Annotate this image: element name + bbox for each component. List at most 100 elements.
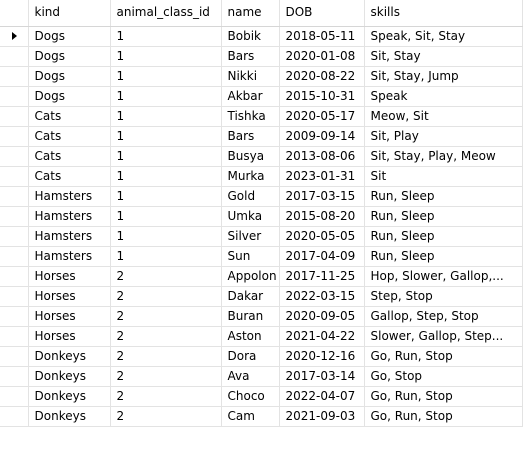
cell-name[interactable]: Choco [221, 386, 280, 407]
cell-name[interactable]: Akbar [221, 86, 280, 107]
table-row[interactable]: Horses 2 Buran 2020-09-05 Gallop, Step, Stop [0, 306, 523, 327]
cell-name[interactable]: Bars [221, 126, 280, 147]
cell-animal-class-id[interactable]: 1 [110, 86, 222, 107]
cell-skills[interactable]: Sit, Stay [364, 46, 523, 67]
table-row[interactable]: Cats 1 Murka 2023-01-31 Sit [0, 166, 523, 187]
cell-skills[interactable]: Sit, Play [364, 126, 523, 147]
cell-kind[interactable]: Donkeys [28, 406, 111, 427]
cell-skills[interactable]: Sit, Stay, Jump [364, 66, 523, 87]
cell-kind[interactable]: Horses [28, 326, 111, 347]
cell-skills[interactable]: Go, Stop [364, 366, 523, 387]
table-row[interactable]: Donkeys 2 Ava 2017-03-14 Go, Stop [0, 366, 523, 387]
cell-animal-class-id[interactable]: 2 [110, 386, 222, 407]
table-row[interactable]: Dogs 1 Akbar 2015-10-31 Speak [0, 86, 523, 107]
row-selector[interactable] [0, 186, 29, 207]
row-selector[interactable] [0, 286, 29, 307]
row-selector[interactable] [0, 386, 29, 407]
row-selector[interactable] [0, 26, 29, 47]
cell-kind[interactable]: Dogs [28, 66, 111, 87]
row-selector[interactable] [0, 146, 29, 167]
table-row[interactable]: Cats 1 Busya 2013-08-06 Sit, Stay, Play, Meo… [0, 146, 523, 167]
table-row[interactable]: Dogs 1 Nikki 2020-08-22 Sit, Stay, Jump [0, 66, 523, 87]
cell-animal-class-id[interactable]: 2 [110, 286, 222, 307]
cell-name[interactable]: Buran [221, 306, 280, 327]
column-header-name[interactable]: name [221, 0, 280, 27]
cell-name[interactable]: Cam [221, 406, 280, 427]
cell-skills[interactable]: Slower, Gallop, Step... [364, 326, 523, 347]
cell-animal-class-id[interactable]: 1 [110, 126, 222, 147]
cell-name[interactable]: Umka [221, 206, 280, 227]
row-selector[interactable] [0, 406, 29, 427]
cell-kind[interactable]: Horses [28, 266, 111, 287]
table-row[interactable]: Hamsters 1 Silver 2020-05-05 Run, Sleep [0, 226, 523, 247]
cell-dob[interactable]: 2022-03-15 [279, 286, 365, 307]
cell-animal-class-id[interactable]: 2 [110, 266, 222, 287]
cell-kind[interactable]: Donkeys [28, 366, 111, 387]
column-header-skills[interactable]: skills [364, 0, 523, 27]
table-row[interactable]: Horses 2 Aston 2021-04-22 Slower, Gallop, St… [0, 326, 523, 347]
cell-dob[interactable]: 2017-03-14 [279, 366, 365, 387]
cell-animal-class-id[interactable]: 1 [110, 186, 222, 207]
cell-kind[interactable]: Hamsters [28, 206, 111, 227]
cell-animal-class-id[interactable]: 1 [110, 26, 222, 47]
cell-animal-class-id[interactable]: 1 [110, 246, 222, 267]
cell-dob[interactable]: 2017-11-25 [279, 266, 365, 287]
cell-dob[interactable]: 2020-05-05 [279, 226, 365, 247]
cell-kind[interactable]: Horses [28, 286, 111, 307]
cell-kind[interactable]: Donkeys [28, 346, 111, 367]
table-row[interactable]: Donkeys 2 Dora 2020-12-16 Go, Run, Stop [0, 346, 523, 367]
cell-kind[interactable]: Donkeys [28, 386, 111, 407]
cell-name[interactable]: Bobik [221, 26, 280, 47]
cell-name[interactable]: Sun [221, 246, 280, 267]
cell-dob[interactable]: 2021-09-03 [279, 406, 365, 427]
cell-skills[interactable]: Meow, Sit [364, 106, 523, 127]
cell-skills[interactable]: Run, Sleep [364, 206, 523, 227]
cell-skills[interactable]: Hop, Slower, Gallop,... [364, 266, 523, 287]
cell-animal-class-id[interactable]: 1 [110, 106, 222, 127]
cell-animal-class-id[interactable]: 1 [110, 66, 222, 87]
cell-animal-class-id[interactable]: 2 [110, 326, 222, 347]
row-selector[interactable] [0, 346, 29, 367]
cell-name[interactable]: Gold [221, 186, 280, 207]
cell-animal-class-id[interactable]: 2 [110, 406, 222, 427]
cell-kind[interactable]: Cats [28, 126, 111, 147]
cell-skills[interactable]: Speak [364, 86, 523, 107]
cell-skills[interactable]: Step, Stop [364, 286, 523, 307]
row-selector[interactable] [0, 66, 29, 87]
row-selector[interactable] [0, 126, 29, 147]
cell-kind[interactable]: Dogs [28, 26, 111, 47]
table-row[interactable]: Cats 1 Tishka 2020-05-17 Meow, Sit [0, 106, 523, 127]
row-selector[interactable] [0, 266, 29, 287]
column-header-kind[interactable]: kind [28, 0, 111, 27]
cell-dob[interactable]: 2013-08-06 [279, 146, 365, 167]
table-row[interactable]: Hamsters 1 Gold 2017-03-15 Run, Sleep [0, 186, 523, 207]
column-header-dob[interactable]: DOB [279, 0, 365, 27]
cell-dob[interactable]: 2020-05-17 [279, 106, 365, 127]
cell-animal-class-id[interactable]: 2 [110, 306, 222, 327]
cell-animal-class-id[interactable]: 2 [110, 366, 222, 387]
cell-dob[interactable]: 2022-04-07 [279, 386, 365, 407]
cell-kind[interactable]: Hamsters [28, 186, 111, 207]
row-selector[interactable] [0, 46, 29, 67]
cell-dob[interactable]: 2018-05-11 [279, 26, 365, 47]
cell-kind[interactable]: Cats [28, 106, 111, 127]
cell-skills[interactable]: Run, Sleep [364, 226, 523, 247]
cell-name[interactable]: Nikki [221, 66, 280, 87]
cell-name[interactable]: Silver [221, 226, 280, 247]
row-selector[interactable] [0, 106, 29, 127]
cell-skills[interactable]: Speak, Sit, Stay [364, 26, 523, 47]
cell-animal-class-id[interactable]: 2 [110, 346, 222, 367]
table-row[interactable]: Donkeys 2 Cam 2021-09-03 Go, Run, Stop [0, 406, 523, 427]
cell-skills[interactable]: Sit, Stay, Play, Meow [364, 146, 523, 167]
table-row[interactable]: Horses 2 Appolon 2017-11-25 Hop, Slower, Gal… [0, 266, 523, 287]
cell-dob[interactable]: 2023-01-31 [279, 166, 365, 187]
cell-dob[interactable]: 2020-01-08 [279, 46, 365, 67]
cell-kind[interactable]: Dogs [28, 46, 111, 67]
table-row[interactable]: Donkeys 2 Choco 2022-04-07 Go, Run, Stop [0, 386, 523, 407]
cell-kind[interactable]: Hamsters [28, 246, 111, 267]
cell-animal-class-id[interactable]: 1 [110, 206, 222, 227]
cell-name[interactable]: Appolon [221, 266, 280, 287]
cell-name[interactable]: Dora [221, 346, 280, 367]
row-selector[interactable] [0, 206, 29, 227]
cell-dob[interactable]: 2020-08-22 [279, 66, 365, 87]
